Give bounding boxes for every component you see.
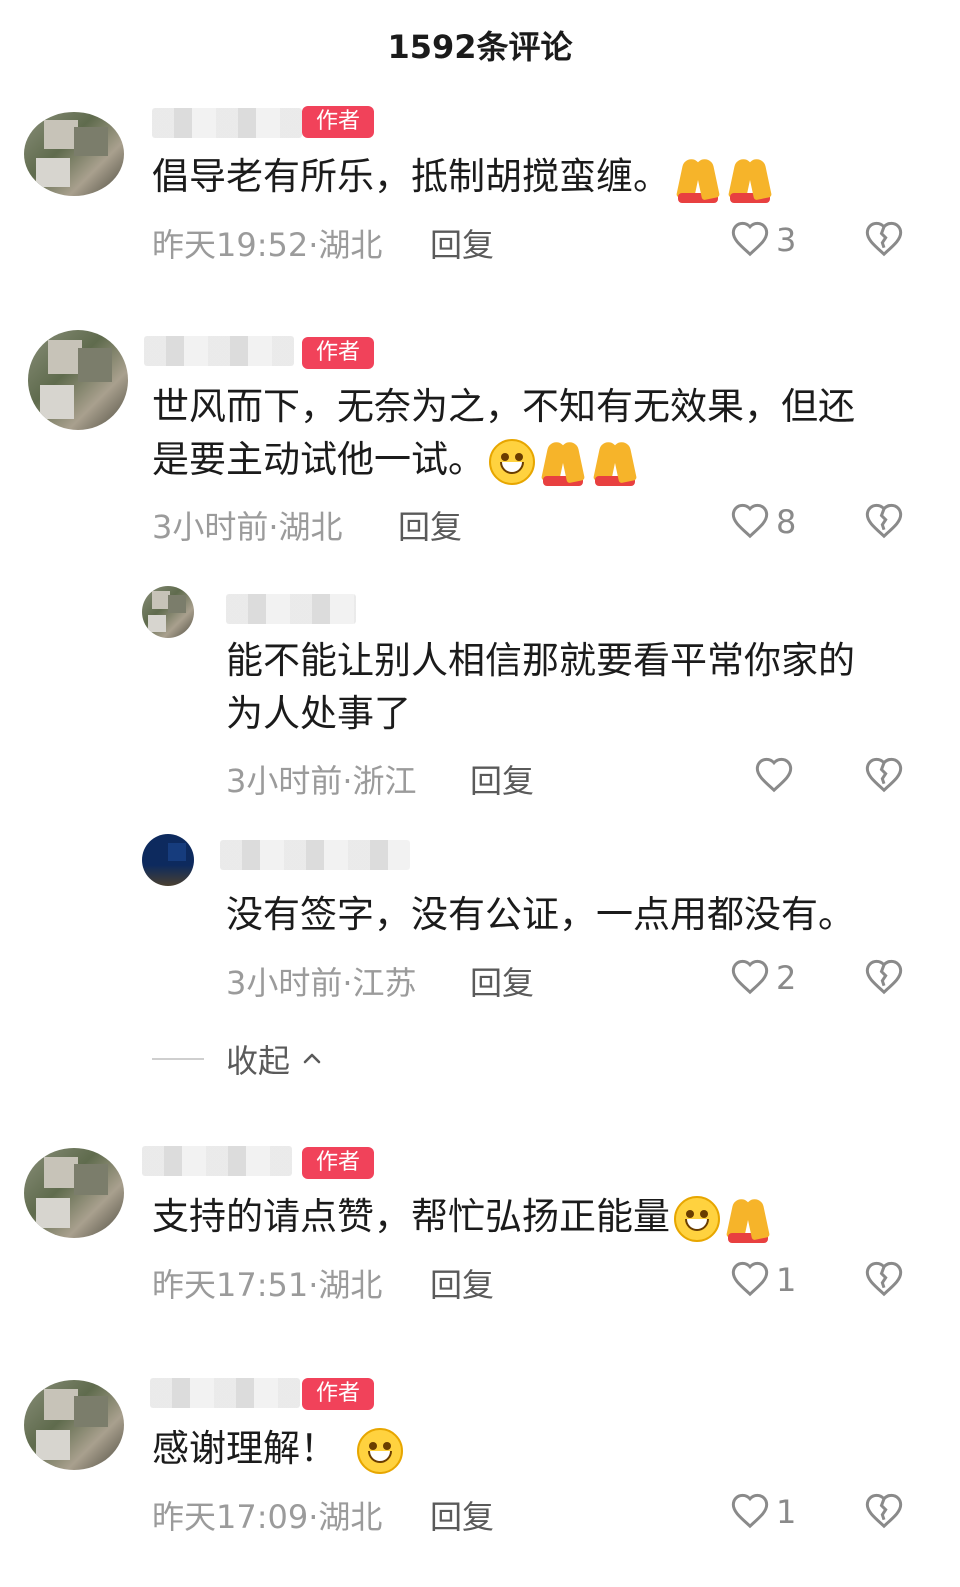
comments-count-title: 1592条评论: [387, 28, 573, 66]
comment-text-body: 倡导老有所乐，抵制胡搅蛮缠。: [152, 155, 670, 198]
like-count: 3: [776, 221, 797, 259]
reply-button[interactable]: 回复: [470, 756, 534, 802]
avatar[interactable]: [24, 1380, 124, 1470]
like-button[interactable]: 3: [730, 218, 796, 262]
author-tag: 作者: [302, 337, 374, 369]
like-count: 1: [776, 1261, 797, 1299]
avatar[interactable]: [28, 330, 128, 430]
comment-meta: 昨天17:09·湖北: [152, 1498, 383, 1536]
pray-emoji-icon: [674, 155, 722, 203]
broken-heart-icon[interactable]: [864, 1260, 904, 1300]
author-tag: 作者: [302, 1378, 374, 1410]
comment-text: 没有签字，没有公证，一点用都没有。: [226, 888, 855, 941]
comment-meta: 3小时前·江苏: [226, 964, 417, 1002]
comment-text: 世风而下，无奈为之，不知有无效果，但还 是要主动试他一试。: [152, 380, 855, 486]
comment-text: 倡导老有所乐，抵制胡搅蛮缠。: [152, 150, 774, 203]
comment-text-body: 支持的请点赞，帮忙弘扬正能量: [152, 1195, 670, 1238]
username[interactable]: [226, 594, 356, 624]
comment-text-body: 没有签字，没有公证，一点用都没有。: [226, 893, 855, 936]
pray-emoji-icon: [539, 438, 587, 486]
collapse-replies-button[interactable]: 收起: [152, 1036, 324, 1082]
collapse-label: 收起: [226, 1042, 291, 1080]
author-tag: 作者: [302, 106, 374, 138]
comment-meta: 3小时前·浙江: [226, 762, 417, 800]
reply-button[interactable]: 回复: [470, 958, 534, 1004]
pray-emoji-icon: [591, 438, 639, 486]
comment-text: 支持的请点赞，帮忙弘扬正能量: [152, 1190, 772, 1243]
grin-emoji-icon: [357, 1427, 403, 1474]
pray-emoji-icon: [724, 1195, 772, 1243]
broken-heart-icon[interactable]: [864, 502, 904, 542]
pray-emoji-icon: [726, 155, 774, 203]
avatar[interactable]: [142, 586, 194, 638]
reply-button[interactable]: 回复: [430, 1492, 494, 1538]
author-tag: 作者: [302, 1147, 374, 1179]
like-button[interactable]: 1: [730, 1258, 796, 1302]
heart-icon: [731, 221, 769, 257]
like-button[interactable]: 1: [730, 1490, 796, 1534]
like-button[interactable]: [754, 754, 800, 798]
grin-emoji-icon: [674, 1195, 720, 1242]
comment-text: 感谢理解！: [152, 1422, 403, 1475]
like-count: 2: [776, 959, 797, 997]
reply-button[interactable]: 回复: [430, 220, 494, 266]
broken-heart-icon[interactable]: [864, 220, 904, 260]
heart-icon: [731, 503, 769, 539]
username[interactable]: [220, 840, 410, 870]
avatar[interactable]: [24, 1148, 124, 1238]
broken-heart-icon[interactable]: [864, 958, 904, 998]
username[interactable]: [142, 1146, 292, 1176]
comment-meta: 昨天17:51·湖北: [152, 1266, 383, 1304]
comment-text-body: 能不能让别人相信那就要看平常你家的 为人处事了: [226, 639, 855, 735]
comment-meta: 昨天19:52·湖北: [152, 226, 383, 264]
heart-icon: [731, 959, 769, 995]
comment-meta: 3小时前·湖北: [152, 508, 343, 546]
broken-heart-icon[interactable]: [864, 756, 904, 796]
avatar[interactable]: [142, 834, 194, 886]
reply-button[interactable]: 回复: [398, 502, 462, 548]
heart-icon: [755, 757, 793, 793]
username[interactable]: [150, 1378, 300, 1408]
like-button[interactable]: 2: [730, 956, 796, 1000]
username[interactable]: [152, 108, 302, 138]
reply-button[interactable]: 回复: [430, 1260, 494, 1306]
comment-text-body: 感谢理解！: [152, 1427, 337, 1470]
like-button[interactable]: 8: [730, 500, 796, 544]
smile-emoji-icon: [489, 438, 535, 485]
broken-heart-icon[interactable]: [864, 1492, 904, 1532]
username[interactable]: [144, 336, 294, 366]
like-count: 8: [776, 503, 797, 541]
like-count: 1: [776, 1493, 797, 1531]
heart-icon: [731, 1261, 769, 1297]
avatar[interactable]: [24, 112, 124, 196]
heart-icon: [731, 1493, 769, 1529]
divider: [152, 1058, 204, 1060]
comment-text: 能不能让别人相信那就要看平常你家的 为人处事了: [226, 634, 855, 740]
chevron-up-icon: [303, 1053, 321, 1064]
